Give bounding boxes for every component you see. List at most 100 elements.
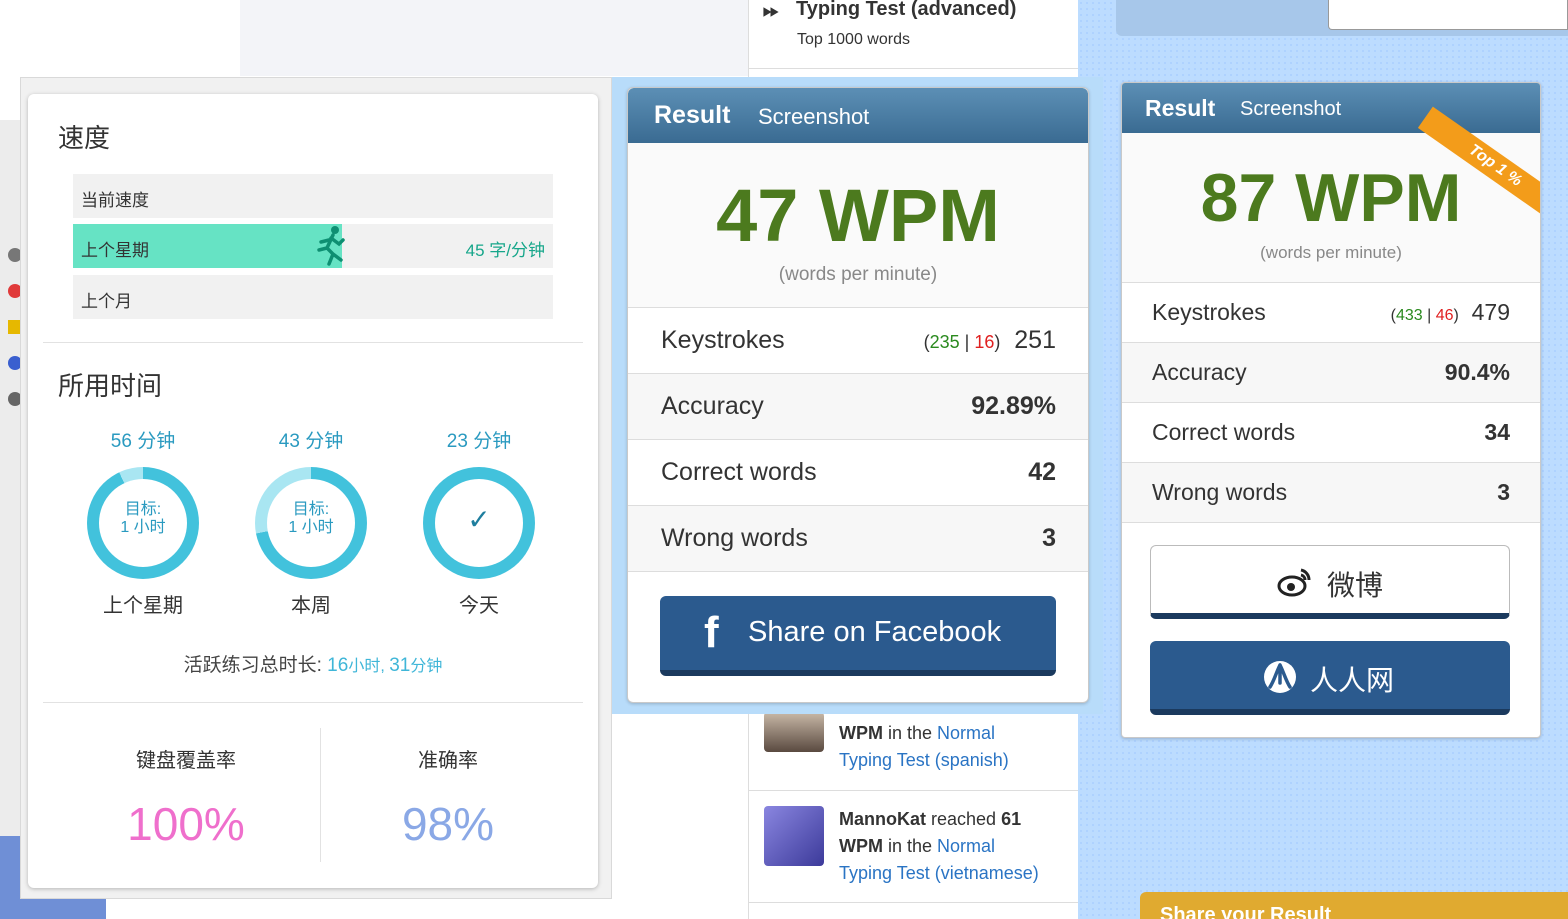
wrong-words-label: Wrong words (1152, 479, 1288, 505)
accuracy-metric: 准确率 98% (308, 744, 588, 851)
wpm-value: 47 WPM (716, 174, 1000, 257)
result-card-2: Result Screenshot Top 1 % 87 WPM (words … (1121, 82, 1541, 738)
keystrokes-total: 479 (1471, 299, 1510, 325)
correct-words-row: Correct words 34 (1122, 403, 1540, 463)
correct-words-row: Correct words 42 (628, 440, 1088, 506)
ring-caption: 本周 (291, 595, 331, 617)
accuracy-label: Accuracy (661, 392, 764, 420)
feed-item-text: WPM in the Normal Typing Test (spanish) (839, 720, 1079, 774)
renren-icon (1264, 661, 1296, 693)
divider (43, 702, 583, 703)
ring-center: 目标: 1 小时 (99, 479, 187, 567)
speed-title: 速度 (58, 123, 111, 153)
tab-result[interactable]: Result (654, 101, 730, 130)
feed-wpm-label: WPM (839, 723, 883, 743)
accuracy-value: 92.89% (971, 392, 1056, 420)
accuracy-row: Accuracy 92.89% (628, 374, 1088, 440)
total-hours-unit: 小时, (348, 658, 390, 675)
feed-username[interactable]: MannoKat (839, 809, 926, 829)
ring-center: 目标: 1 小时 (267, 479, 355, 567)
share-facebook-label: Share on Facebook (748, 616, 1002, 648)
feed-divider (748, 790, 1078, 791)
avatar (764, 712, 824, 752)
feed-wpm-value: 61 (1001, 809, 1022, 829)
speed-row-current: 当前速度 (73, 174, 553, 218)
speed-row-value: 45 字/分钟 (465, 241, 545, 260)
wrong-words-row: Wrong words 3 (628, 506, 1088, 572)
result-card-1: Result Screenshot 47 WPM (words per minu… (627, 87, 1089, 703)
total-minutes-unit: 分钟 (410, 658, 443, 675)
correct-words-label: Correct words (1152, 419, 1296, 445)
keystrokes-wrong: 46 (1435, 307, 1454, 324)
background-top-grey (240, 0, 748, 76)
ring-goal-value: 1 小时 (120, 519, 166, 536)
progress-ring: ✓ (423, 467, 535, 579)
keystrokes-wrong: 16 (974, 332, 995, 352)
total-hours: 16 (327, 655, 349, 676)
total-practice-time: 活跃练习总时长: 16小时, 31分钟 (28, 650, 598, 677)
keystrokes-label: Keystrokes (661, 326, 785, 354)
total-label: 活跃练习总时长: (183, 655, 328, 676)
keystrokes-breakdown: (235 | 16) (923, 332, 1001, 352)
ring-minutes: 56 分钟 (110, 431, 176, 452)
ring-goal: 目标: 1 小时 (267, 501, 355, 537)
keystrokes-value: (433 | 46) 479 (1391, 299, 1510, 326)
wpm-display: 47 WPM (words per minute) (628, 143, 1088, 308)
top-input-box[interactable] (1328, 0, 1568, 30)
wrong-words-label: Wrong words (661, 524, 808, 552)
tab-result[interactable]: Result (1145, 95, 1215, 122)
speed-row-label: 上个星期 (81, 241, 149, 260)
keystrokes-row: Keystrokes (433 | 46) 479 (1122, 283, 1540, 343)
keystrokes-row: Keystrokes (235 | 16) 251 (628, 308, 1088, 374)
time-ring-last-week: 56 分钟 目标: 1 小时 上个星期 (83, 426, 203, 618)
feed-divider (748, 68, 1078, 69)
speed-row-label: 上个月 (81, 292, 132, 311)
keystrokes-value: (235 | 16) 251 (924, 326, 1056, 355)
keystrokes-total: 251 (1014, 326, 1056, 354)
share-result-banner[interactable]: Share your Result (1140, 892, 1568, 919)
share-weibo-label: 微博 (1327, 570, 1384, 601)
ring-minutes: 43 分钟 (278, 431, 344, 452)
progress-ring: 目标: 1 小时 (255, 467, 367, 579)
accuracy-value: 90.4% (1444, 359, 1510, 385)
tab-screenshot[interactable]: Screenshot (758, 104, 869, 130)
feed-top-title[interactable]: Typing Test (advanced) (796, 0, 1016, 21)
correct-words-value: 34 (1484, 419, 1510, 445)
feed-text-mid: in the (883, 723, 938, 743)
feed-link[interactable]: Normal (937, 836, 995, 856)
feed-link[interactable]: Typing Test (vietnamese) (839, 863, 1039, 883)
ring-goal-label: 目标: (124, 501, 162, 518)
ring-minutes: 23 分钟 (446, 431, 512, 452)
share-weibo-button[interactable]: 微博 (1150, 545, 1510, 619)
left-edge-toolbar (0, 120, 22, 840)
ring-goal-label: 目标: (292, 501, 330, 518)
share-facebook-button[interactable]: f Share on Facebook (660, 596, 1056, 676)
share-renren-button[interactable]: 人人网 (1150, 641, 1510, 715)
keystrokes-correct: 235 (929, 332, 960, 352)
feed-text-mid: in the (883, 836, 938, 856)
feed-item-text: MannoKat reached 61 WPM in the Normal Ty… (839, 806, 1079, 887)
time-ring-today: 23 分钟 ✓ 今天 (419, 426, 539, 618)
correct-words-value: 42 (1028, 458, 1056, 486)
runner-icon (317, 226, 345, 266)
wrong-words-value: 3 (1497, 479, 1510, 505)
wpm-value: 87 WPM (1200, 160, 1462, 236)
speed-row-last-month: 上个月 (73, 275, 553, 319)
banner-label: Share your Result (1160, 904, 1332, 919)
speed-row-last-week: 上个星期 45 字/分钟 (73, 224, 553, 268)
feed-wpm-label: WPM (839, 836, 883, 856)
feed-link[interactable]: Normal (937, 723, 995, 743)
feed-text-mid: reached (926, 809, 1002, 829)
feed-link[interactable]: Typing Test (spanish) (839, 750, 1009, 770)
time-title: 所用时间 (58, 371, 163, 401)
check-icon: ✓ (467, 504, 491, 535)
total-minutes: 31 (389, 655, 411, 676)
progress-ring: 目标: 1 小时 (87, 467, 199, 579)
keystrokes-breakdown: (433 | 46) (1390, 307, 1459, 324)
tab-screenshot[interactable]: Screenshot (1240, 98, 1341, 121)
facebook-icon: f (704, 608, 719, 657)
result-card-header: Result Screenshot (628, 88, 1088, 143)
wrong-words-value: 3 (1042, 524, 1056, 552)
time-ring-this-week: 43 分钟 目标: 1 小时 本周 (251, 426, 371, 618)
avatar (764, 806, 824, 866)
